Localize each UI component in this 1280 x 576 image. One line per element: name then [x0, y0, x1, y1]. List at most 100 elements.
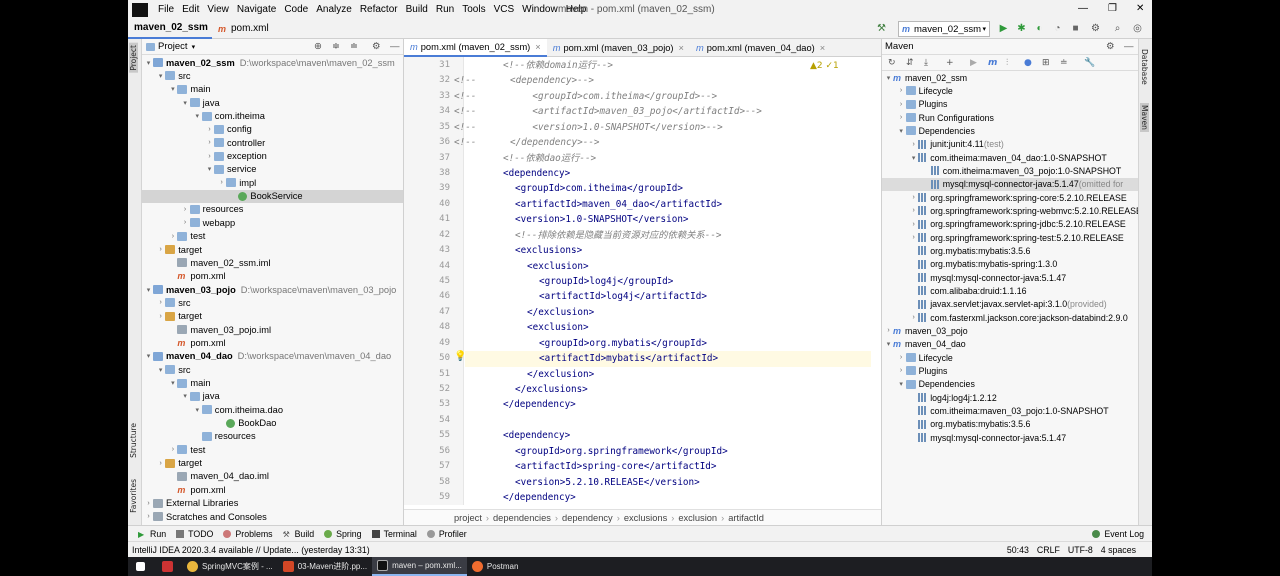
code-line[interactable]: <!-- <dependency>-->	[454, 73, 594, 88]
chevron-down-icon[interactable]: ▾	[884, 340, 893, 348]
code-line[interactable]: <exclusions>	[515, 243, 582, 258]
maven-tree-item[interactable]: javax.servlet:javax.servlet-api:3.1.0 (p…	[882, 298, 1138, 311]
task-powerpoint[interactable]: 03-Maven进阶.pp...	[278, 557, 372, 576]
maven-tree-item[interactable]: log4j:log4j:1.2.12	[882, 391, 1138, 404]
chevron-right-icon[interactable]: ›	[168, 233, 177, 240]
chevron-right-icon[interactable]: ›	[909, 141, 918, 148]
chevron-down-icon[interactable]: ▾	[181, 392, 190, 400]
stop-icon[interactable]: ■	[1070, 23, 1081, 34]
chevron-right-icon[interactable]: ›	[897, 101, 906, 108]
chevron-right-icon[interactable]: ›	[205, 126, 214, 133]
todo-tool-button[interactable]: TODO	[176, 529, 213, 539]
project-tree-item[interactable]: › config	[142, 123, 403, 136]
code-line[interactable]: </exclusion>	[527, 305, 594, 320]
task-intellij[interactable]: maven – pom.xml...	[372, 557, 467, 576]
project-tree-item[interactable]: m pom.xml	[142, 270, 403, 283]
chevron-down-icon[interactable]: ▾	[168, 379, 177, 387]
breadcrumb-dependency[interactable]: dependency	[562, 513, 613, 523]
tab-pom-maven-04-dao[interactable]: m pom.xml (maven_04_dao) ×	[690, 39, 831, 57]
maven-tree-item[interactable]: com.itheima:maven_03_pojo:1.0-SNAPSHOT	[882, 404, 1138, 417]
code-line[interactable]: <version>1.0-SNAPSHOT</version>	[515, 212, 689, 227]
chevron-right-icon[interactable]: ›	[897, 87, 906, 94]
terminal-tool-button[interactable]: Terminal	[371, 529, 417, 539]
maven-tree-item[interactable]: com.alibaba:druid:1.1.16	[882, 284, 1138, 297]
execute-goal-icon[interactable]: m	[988, 58, 997, 68]
close-tab-icon[interactable]: ×	[820, 43, 825, 53]
maven-tree-item[interactable]: mysql:mysql-connector-java:5.1.47	[882, 271, 1138, 284]
maven-tree-item[interactable]: ▾ Dependencies	[882, 378, 1138, 391]
code-line[interactable]: </exclusion>	[527, 367, 594, 382]
maven-tree-item[interactable]: ▾ m maven_02_ssm	[882, 71, 1138, 84]
chevron-right-icon[interactable]: ›	[909, 194, 918, 201]
code-line[interactable]: <!--排除依赖是隐藏当前资源对应的依赖关系-->	[515, 228, 722, 243]
profile-icon[interactable]: ◔	[1052, 23, 1063, 34]
chevron-down-icon[interactable]: ▾	[144, 286, 153, 294]
menu-vcs[interactable]: VCS	[490, 4, 519, 15]
project-tree-item[interactable]: ▾ com.itheima.dao	[142, 403, 403, 416]
project-tree-item[interactable]: › test	[142, 230, 403, 243]
code-line[interactable]: <artifactId>maven_04_dao</artifactId>	[515, 197, 722, 212]
project-tree-item[interactable]: ▾ maven_02_ssm D:\workspace\maven\maven_02…	[142, 56, 403, 69]
project-tree-item[interactable]: › resources	[142, 203, 403, 216]
maven-tree-item[interactable]: › com.fasterxml.jackson.core:jackson-data…	[882, 311, 1138, 324]
menu-refactor[interactable]: Refactor	[356, 4, 402, 15]
maximize-icon[interactable]: ❐	[1108, 3, 1117, 14]
code-line[interactable]: <exclusion>	[527, 320, 589, 335]
project-tree-item[interactable]: m pom.xml	[142, 483, 403, 496]
chevron-right-icon[interactable]: ›	[156, 246, 165, 253]
run-configuration-select[interactable]: m maven_02_ssm ▾	[898, 21, 990, 37]
indent-setting[interactable]: 4 spaces	[1101, 545, 1136, 555]
chevron-right-icon[interactable]: ›	[181, 219, 190, 226]
hide-icon[interactable]: —	[390, 41, 400, 52]
chevron-right-icon[interactable]: ›	[897, 367, 906, 374]
maven-tree-item[interactable]: org.mybatis:mybatis:3.5.6	[882, 244, 1138, 257]
tab-pom-maven-03-pojo[interactable]: m pom.xml (maven_03_pojo) ×	[547, 39, 690, 57]
code-line[interactable]: <!-- </dependency>-->	[454, 135, 600, 150]
toggle-offline-icon[interactable]: ⫶	[1006, 58, 1008, 68]
project-tree-item[interactable]: › controller	[142, 136, 403, 149]
line-separator[interactable]: CRLF	[1037, 545, 1060, 555]
update-icon[interactable]: ◎	[1132, 23, 1143, 34]
maven-tree-item[interactable]: › Run Configurations	[882, 111, 1138, 124]
collapse-all-icon[interactable]: ≐	[350, 41, 358, 52]
chevron-down-icon[interactable]: ▾	[144, 352, 153, 360]
chevron-right-icon[interactable]: ›	[205, 139, 214, 146]
gear-icon[interactable]: ⚙	[1106, 41, 1115, 52]
tab-pom-maven-02-ssm[interactable]: m pom.xml (maven_02_ssm) ×	[404, 39, 547, 57]
chevron-down-icon[interactable]: ▾	[181, 99, 190, 107]
menu-edit[interactable]: Edit	[178, 4, 203, 15]
chevron-right-icon[interactable]: ›	[156, 313, 165, 320]
maven-tree-item[interactable]: org.mybatis:mybatis:3.5.6	[882, 418, 1138, 431]
code-line[interactable]: <artifactId>mybatis</artifactId>	[539, 351, 718, 366]
maven-tree-item[interactable]: › Plugins	[882, 364, 1138, 377]
code-line[interactable]: <!-- <groupId>com.itheima</groupId>-->	[454, 89, 717, 104]
file-encoding[interactable]: UTF-8	[1068, 545, 1093, 555]
project-tree-item[interactable]: ▾ main	[142, 83, 403, 96]
database-tool-tab[interactable]: Database	[1140, 49, 1149, 85]
structure-tool-tab[interactable]: Structure	[129, 423, 138, 458]
code-line[interactable]: <!-- <version>1.0-SNAPSHOT</version>-->	[454, 120, 723, 135]
chevron-down-icon[interactable]: ▾	[144, 59, 153, 67]
favorites-tool-tab[interactable]: Favorites	[129, 479, 138, 513]
close-icon[interactable]: ✕	[1136, 3, 1144, 14]
menu-code[interactable]: Code	[280, 4, 312, 15]
project-tree-item[interactable]: › test	[142, 443, 403, 456]
maven-tree-item[interactable]: mysql:mysql-connector-java:5.1.47 (omitt…	[882, 177, 1138, 191]
maven-tree-item[interactable]: org.mybatis:mybatis-spring:1.3.0	[882, 258, 1138, 271]
settings-icon[interactable]: ⚙	[1090, 23, 1101, 34]
run-icon[interactable]: ▶	[970, 58, 977, 68]
project-tool-tab[interactable]: Project	[129, 43, 138, 73]
gear-icon[interactable]: ⚙	[372, 41, 381, 52]
project-tree-item[interactable]: ▾ main	[142, 376, 403, 389]
maven-tree-item[interactable]: com.itheima:maven_03_pojo:1.0-SNAPSHOT	[882, 164, 1138, 177]
chevron-right-icon[interactable]: ›	[181, 206, 190, 213]
nav-crumb-project[interactable]: maven_02_ssm	[128, 19, 212, 39]
status-message[interactable]: IntelliJ IDEA 2020.3.4 available // Upda…	[132, 545, 370, 555]
chevron-right-icon[interactable]: ›	[897, 114, 906, 121]
inspection-widget[interactable]: ▲2 ✓1	[810, 61, 839, 71]
event-log-button[interactable]: Event Log	[1092, 529, 1144, 539]
chevron-right-icon[interactable]: ›	[144, 513, 153, 520]
menu-file[interactable]: File	[154, 4, 178, 15]
maven-tool-tab[interactable]: Maven	[1140, 103, 1149, 132]
project-tree-item[interactable]: › External Libraries	[142, 497, 403, 510]
